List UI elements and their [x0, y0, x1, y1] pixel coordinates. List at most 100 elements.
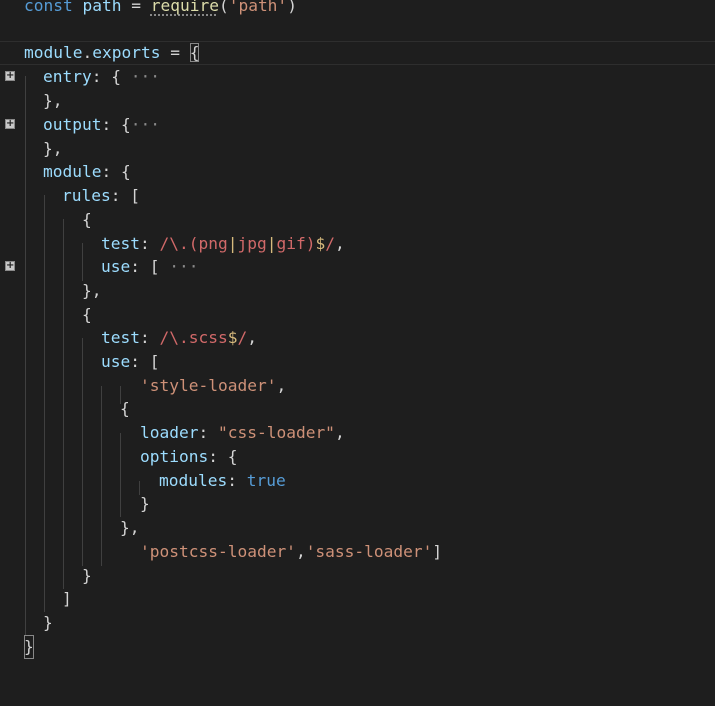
property-key: entry	[43, 67, 92, 86]
fold-ellipsis[interactable]: ···	[160, 257, 198, 276]
fold-ellipsis[interactable]: ···	[121, 67, 160, 86]
property: exports	[92, 43, 161, 62]
colon: :	[139, 328, 160, 347]
colon: :	[139, 234, 160, 253]
regex-delimiter: /	[325, 234, 335, 253]
code-line-2: module.exports = {	[0, 41, 715, 65]
code-line-14: test: /\.scss$/,	[0, 326, 715, 350]
string-literal: 'postcss-loader'	[140, 542, 296, 561]
code-line-7: module: {	[0, 160, 715, 184]
identifier: module	[24, 43, 83, 62]
colon: :	[227, 471, 247, 490]
colon: :	[101, 115, 121, 134]
code-line-10: test: /\.(png|jpg|gif)$/,	[0, 232, 715, 256]
colon: :	[198, 423, 218, 442]
code-line-22: },	[0, 516, 715, 540]
brace: {	[111, 67, 121, 86]
property-key: module	[43, 162, 102, 181]
brace: {	[82, 210, 92, 229]
colon: :	[110, 186, 131, 205]
plus-box-icon[interactable]: +	[5, 119, 15, 129]
string-literal: 'path'	[228, 0, 288, 15]
comma: ,	[276, 376, 287, 395]
colon: :	[101, 162, 121, 181]
code-line-5: + output: {···	[0, 113, 715, 137]
comma: ,	[334, 234, 345, 253]
property-key: output	[43, 115, 102, 134]
colon: :	[130, 257, 150, 276]
bracket: [	[130, 186, 140, 205]
regex-delimiter: /	[237, 328, 248, 347]
code-line-3: + entry: { ···	[0, 65, 715, 89]
code-line-4: },	[0, 89, 715, 113]
code-line-21: }	[0, 492, 715, 516]
fold-ellipsis[interactable]: ···	[131, 115, 160, 134]
code-line-17: {	[0, 397, 715, 421]
operator: =	[160, 43, 190, 62]
regex-text: jpg	[237, 234, 267, 253]
regex-delimiter: /	[159, 328, 170, 347]
brace: {	[82, 305, 92, 324]
code-line-26: }	[0, 611, 715, 635]
comma: ,	[295, 542, 306, 561]
code-line-18: loader: "css-loader",	[0, 421, 715, 445]
property-key: modules	[159, 471, 228, 490]
regex-delimiter: /	[159, 234, 170, 253]
paren: (	[218, 0, 229, 15]
code-line-9: {	[0, 208, 715, 232]
function-name: require	[150, 0, 219, 15]
property-key: use	[101, 257, 131, 276]
code-line-24: }	[0, 564, 715, 588]
regex-escape: \.	[169, 328, 189, 347]
regex-text: png	[198, 234, 228, 253]
closing-brace: },	[43, 91, 63, 110]
closing-brace: },	[43, 139, 63, 158]
paren: )	[287, 0, 297, 15]
bracket: [	[149, 352, 160, 371]
code-line-11: + use: [ ···	[0, 255, 715, 279]
comma: ,	[247, 328, 257, 347]
property-key: use	[101, 352, 131, 371]
closing-brace: },	[82, 281, 102, 300]
closing-brace: }	[82, 566, 92, 585]
string-literal: "css-loader"	[217, 423, 335, 442]
operator: =	[121, 0, 151, 15]
brace: {	[227, 447, 238, 466]
code-line-16: 'style-loader',	[0, 374, 715, 398]
code-line-15: use: [	[0, 350, 715, 374]
code-line-25: ]	[0, 587, 715, 611]
string-literal: 'style-loader'	[140, 376, 277, 395]
code-editor[interactable]: const path = require('path') module.expo…	[0, 0, 715, 684]
colon: :	[208, 447, 228, 466]
code-line-23: 'postcss-loader','sass-loader']	[0, 540, 715, 564]
regex-escape: \.	[169, 234, 189, 253]
plus-box-icon[interactable]: +	[5, 71, 15, 81]
code-line-1: const path = require('path')	[0, 0, 715, 18]
colon: :	[130, 352, 150, 371]
regex-text: scss	[188, 328, 228, 347]
regex-text: gif	[276, 234, 306, 253]
code-line-13: {	[0, 303, 715, 327]
brace: {	[120, 162, 131, 181]
regex-anchor: $	[315, 234, 326, 253]
code-line-27: }	[0, 635, 715, 659]
property-key: test	[101, 234, 140, 253]
colon: :	[91, 67, 112, 86]
code-line-6: },	[0, 137, 715, 161]
regex-anchor: $	[227, 328, 238, 347]
brace-match: {	[189, 43, 200, 62]
code-line-19: options: {	[0, 445, 715, 469]
identifier: path	[82, 0, 122, 15]
closing-bracket: ]	[62, 589, 72, 608]
brace-match: }	[24, 635, 34, 659]
code-line-20: modules: true	[0, 469, 715, 493]
keyword: const	[24, 0, 73, 15]
brace: {	[120, 399, 130, 418]
closing-brace: },	[120, 518, 140, 537]
code-line-12: },	[0, 279, 715, 303]
code-line-8: rules: [	[0, 184, 715, 208]
string-literal: 'sass-loader'	[305, 542, 433, 561]
brace: {	[120, 115, 131, 134]
closing-brace: }	[43, 613, 53, 632]
plus-box-icon[interactable]: +	[5, 261, 15, 271]
